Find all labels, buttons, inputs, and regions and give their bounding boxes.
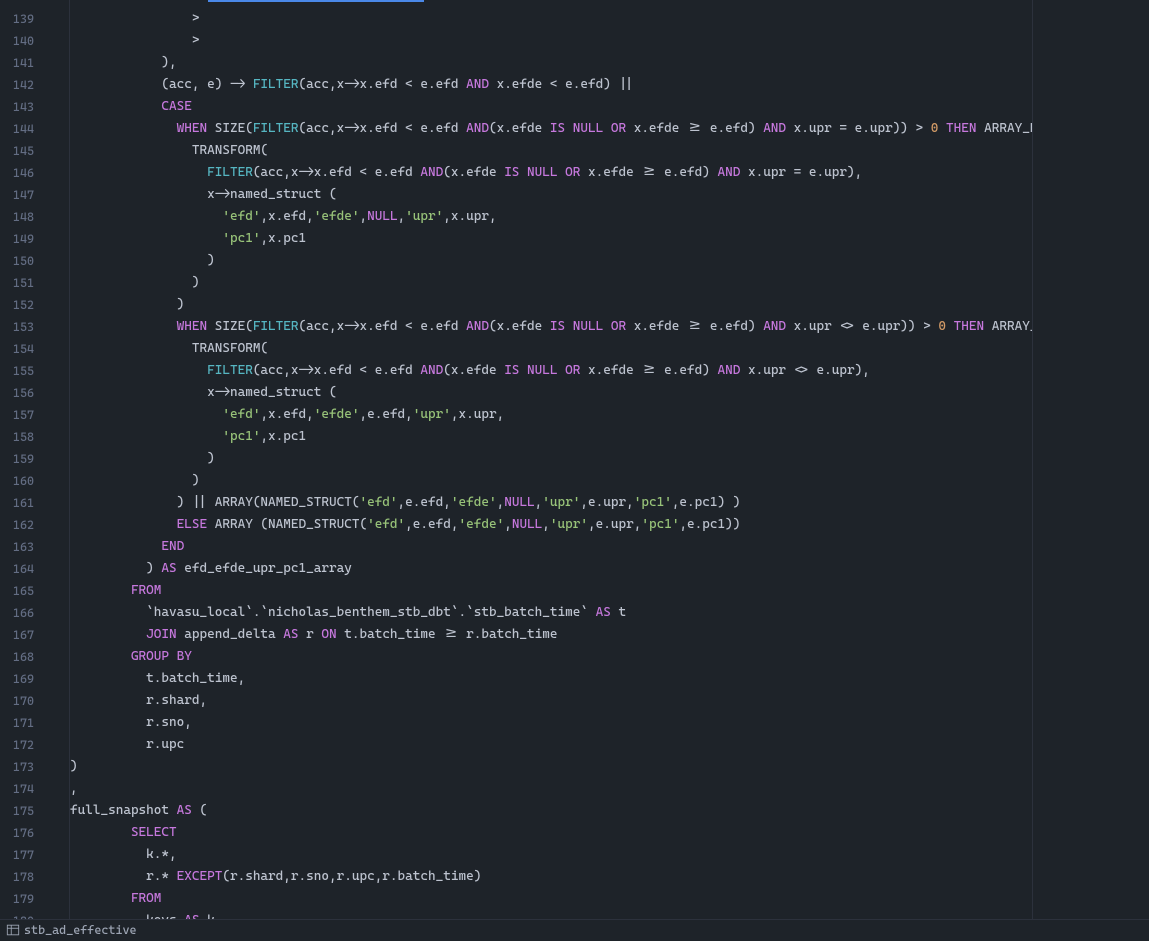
line-number: 166: [0, 602, 34, 624]
line-number: 156: [0, 382, 34, 404]
line-number: 165: [0, 580, 34, 602]
code-line[interactable]: r.* EXCEPT(r.shard,r.sno,r.upc,r.batch_t…: [70, 866, 1032, 888]
code-line[interactable]: t.batch_time,: [70, 668, 1032, 690]
code-line[interactable]: ) AS efd_efde_upr_pc1_array: [70, 558, 1032, 580]
code-line[interactable]: SELECT: [70, 822, 1032, 844]
line-number: 139: [0, 8, 34, 30]
code-line[interactable]: ): [70, 470, 1032, 492]
line-number: 176: [0, 822, 34, 844]
code-line[interactable]: 'pc1',x.pc1: [70, 426, 1032, 448]
table-icon: [6, 923, 20, 937]
line-number: 158: [0, 426, 34, 448]
code-line[interactable]: FROM: [70, 580, 1032, 602]
line-number: 152: [0, 294, 34, 316]
code-line[interactable]: >: [70, 30, 1032, 52]
line-number: 167: [0, 624, 34, 646]
status-text: stb_ad_effective: [24, 919, 137, 941]
code-line[interactable]: ),: [70, 52, 1032, 74]
code-line[interactable]: r.upc: [70, 734, 1032, 756]
line-number: 143: [0, 96, 34, 118]
line-number: 150: [0, 250, 34, 272]
line-number: 163: [0, 536, 34, 558]
code-line[interactable]: 'efd',x.efd,'efde',e.efd,'upr',x.upr,: [70, 404, 1032, 426]
line-number: 170: [0, 690, 34, 712]
line-number: 173: [0, 756, 34, 778]
line-number: 164: [0, 558, 34, 580]
code-line[interactable]: ): [70, 272, 1032, 294]
line-number: 169: [0, 668, 34, 690]
line-number: 149: [0, 228, 34, 250]
line-number: 144: [0, 118, 34, 140]
line-number: 174: [0, 778, 34, 800]
line-number: 151: [0, 272, 34, 294]
code-line[interactable]: ELSE ARRAY (NAMED_STRUCT('efd',e.efd,'ef…: [70, 514, 1032, 536]
code-line[interactable]: (acc, e) -> FILTER(acc,x->x.efd < e.efd …: [70, 74, 1032, 96]
code-line[interactable]: ) || ARRAY(NAMED_STRUCT('efd',e.efd,'efd…: [70, 492, 1032, 514]
code-line[interactable]: FILTER(acc,x->x.efd < e.efd AND(x.efde I…: [70, 162, 1032, 184]
status-bar: stb_ad_effective: [0, 919, 1149, 939]
code-line[interactable]: ): [70, 448, 1032, 470]
line-number: 175: [0, 800, 34, 822]
code-line[interactable]: JOIN append_delta AS r ON t.batch_time >…: [70, 624, 1032, 646]
line-number: 160: [0, 470, 34, 492]
line-number: 178: [0, 866, 34, 888]
code-line[interactable]: >: [70, 8, 1032, 30]
line-number: 146: [0, 162, 34, 184]
line-number: 161: [0, 492, 34, 514]
code-line[interactable]: 'efd',x.efd,'efde',NULL,'upr',x.upr,: [70, 206, 1032, 228]
code-line[interactable]: ): [70, 294, 1032, 316]
code-line[interactable]: GROUP BY: [70, 646, 1032, 668]
code-line[interactable]: ): [70, 756, 1032, 778]
code-line[interactable]: r.shard,: [70, 690, 1032, 712]
line-number: 153: [0, 316, 34, 338]
line-number: 147: [0, 184, 34, 206]
line-number: 172: [0, 734, 34, 756]
code-line[interactable]: full_snapshot AS (: [70, 800, 1032, 822]
line-number: 177: [0, 844, 34, 866]
code-line[interactable]: r.sno,: [70, 712, 1032, 734]
active-tab-indicator: [208, 0, 424, 2]
line-number: 159: [0, 448, 34, 470]
line-number: 168: [0, 646, 34, 668]
code-line[interactable]: TRANSFORM(: [70, 338, 1032, 360]
code-line[interactable]: ,: [70, 778, 1032, 800]
line-number: 179: [0, 888, 34, 910]
line-number: 162: [0, 514, 34, 536]
line-number: 148: [0, 206, 34, 228]
code-line[interactable]: ): [70, 250, 1032, 272]
code-line[interactable]: WHEN SIZE(FILTER(acc,x->x.efd < e.efd AN…: [70, 316, 1032, 338]
line-number: 142: [0, 74, 34, 96]
code-line[interactable]: END: [70, 536, 1032, 558]
line-number: 140: [0, 30, 34, 52]
code-line[interactable]: CASE: [70, 96, 1032, 118]
code-line[interactable]: TRANSFORM(: [70, 140, 1032, 162]
code-content[interactable]: > > ), (acc, e) -> FILTER(acc,x->x.efd <…: [70, 0, 1033, 939]
line-number: 141: [0, 52, 34, 74]
code-line[interactable]: WHEN SIZE(FILTER(acc,x->x.efd < e.efd AN…: [70, 118, 1032, 140]
line-number: 157: [0, 404, 34, 426]
code-line[interactable]: FILTER(acc,x->x.efd < e.efd AND(x.efde I…: [70, 360, 1032, 382]
line-number: 171: [0, 712, 34, 734]
code-line[interactable]: x->named_struct (: [70, 184, 1032, 206]
code-line[interactable]: x->named_struct (: [70, 382, 1032, 404]
code-editor[interactable]: 1391401411421431441451461471481491501511…: [0, 0, 1149, 939]
line-number-gutter: 1391401411421431441451461471481491501511…: [0, 0, 42, 939]
code-line[interactable]: k.*,: [70, 844, 1032, 866]
fold-gutter: [42, 0, 70, 939]
code-line[interactable]: 'pc1',x.pc1: [70, 228, 1032, 250]
line-number: 145: [0, 140, 34, 162]
code-line[interactable]: `havasu_local`.`nicholas_benthem_stb_dbt…: [70, 602, 1032, 624]
code-line[interactable]: FROM: [70, 888, 1032, 910]
line-number: 154: [0, 338, 34, 360]
line-number: 155: [0, 360, 34, 382]
